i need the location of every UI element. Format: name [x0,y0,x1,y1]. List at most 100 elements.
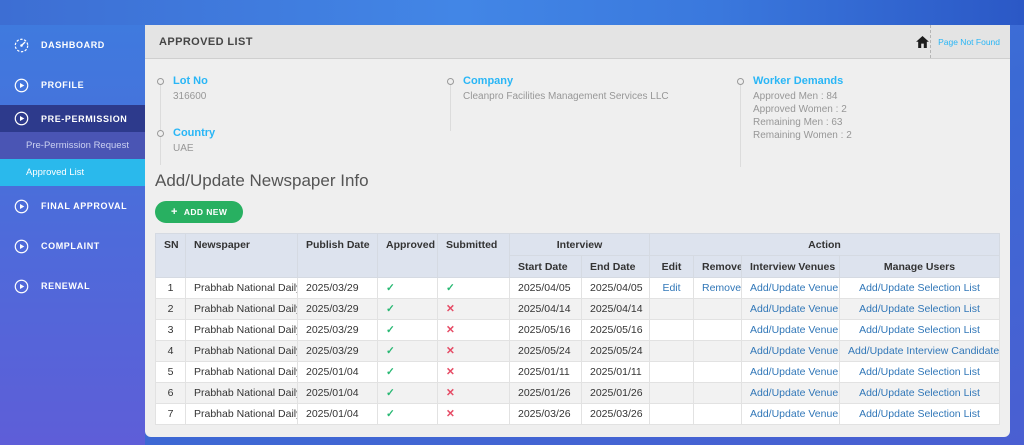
newspaper-info-heading: Add/Update Newspaper Info [155,171,369,190]
table-row: 6 Prabhab National Daily 2025/01/04 ✓ ✕ … [155,382,1000,404]
sn-cell: 5 [155,361,186,383]
remove-cell [693,382,742,404]
publish-date-cell: 2025/03/29 [297,298,378,320]
publish-date-cell: 2025/03/29 [297,319,378,341]
end-date-cell: 2025/03/26 [581,403,650,425]
remove-link[interactable]: Remove [702,282,741,294]
sidebar: DASHBOARD PROFILE PRE-PERMISSION Pre-Per… [0,25,145,445]
start-date-cell: 2025/04/05 [509,277,582,299]
sidebar-subitem-label: Approved List [26,167,85,178]
timeline-dot-icon [737,78,744,85]
sidebar-item-label: PROFILE [41,80,85,90]
submitted-mark: ✕ [437,361,510,383]
approved-mark: ✓ [377,319,438,341]
page-not-found-link[interactable]: Page Not Found [938,37,1000,47]
approved-mark: ✓ [377,277,438,299]
play-circle-icon [13,278,29,294]
remove-cell [693,298,742,320]
sidebar-item-label: RENEWAL [41,281,91,291]
manage-users-link[interactable]: Add/Update Selection List [859,387,980,399]
sidebar-subitem-label: Pre-Permission Request [26,140,129,151]
sn-cell: 2 [155,298,186,320]
approval-info-panel: Lot No 316600 Company Cleanpro Facilitie… [145,59,1010,167]
publish-date-cell: 2025/03/29 [297,277,378,299]
edit-link[interactable]: Edit [662,282,680,294]
sidebar-item-profile[interactable]: PROFILE [0,65,145,105]
manage-users-link[interactable]: Add/Update Selection List [859,282,980,294]
remove-cell [693,361,742,383]
sidebar-item-dashboard[interactable]: DASHBOARD [0,25,145,65]
sidebar-item-pre-permission[interactable]: PRE-PERMISSION [0,105,145,132]
company-value: Cleanpro Facilities Management Services … [463,91,669,102]
sidebar-subitem-pre-permission-request[interactable]: Pre-Permission Request [0,132,145,159]
newspaper-cell: Prabhab National Daily [185,277,298,299]
table-row: 7 Prabhab National Daily 2025/01/04 ✓ ✕ … [155,403,1000,425]
submitted-mark: ✕ [437,298,510,320]
publish-date-cell: 2025/03/29 [297,340,378,362]
sn-cell: 3 [155,319,186,341]
edit-cell [649,382,694,404]
sn-cell: 6 [155,382,186,404]
submitted-mark: ✕ [437,382,510,404]
start-date-cell: 2025/01/26 [509,382,582,404]
venue-link[interactable]: Add/Update Venue [750,387,838,399]
home-icon[interactable] [916,35,929,48]
approved-mark: ✓ [377,298,438,320]
start-date-cell: 2025/05/24 [509,340,582,362]
edit-cell [649,298,694,320]
sidebar-item-final-approval[interactable]: FINAL APPROVAL [0,186,145,226]
col-newspaper: Newspaper [185,233,298,278]
timeline-dot-icon [157,130,164,137]
submitted-mark: ✓ [437,277,510,299]
venue-link[interactable]: Add/Update Venue [750,345,838,357]
end-date-cell: 2025/01/26 [581,382,650,404]
add-new-button[interactable]: + ADD NEW [155,201,244,223]
edit-cell [649,319,694,341]
publish-date-cell: 2025/01/04 [297,382,378,404]
manage-users-link[interactable]: Add/Update Selection List [859,366,980,378]
col-edit: Edit [649,255,694,278]
sidebar-item-renewal[interactable]: RENEWAL [0,266,145,306]
table-header-row: SN Newspaper Publish Date Approved Submi… [155,233,1000,278]
dashboard-gauge-icon [13,37,29,53]
approved-mark: ✓ [377,382,438,404]
remove-cell [693,340,742,362]
edit-cell [649,361,694,383]
venue-link[interactable]: Add/Update Venue [750,303,838,315]
col-sn: SN [155,233,186,278]
play-circle-icon [13,238,29,254]
approved-mark: ✓ [377,361,438,383]
manage-users-link[interactable]: Add/Update Selection List [859,408,980,420]
timeline-dot-icon [447,78,454,85]
newspaper-cell: Prabhab National Daily [185,382,298,404]
approved-mark: ✓ [377,403,438,425]
end-date-cell: 2025/04/05 [581,277,650,299]
sidebar-item-label: DASHBOARD [41,40,105,50]
sidebar-item-complaint[interactable]: COMPLAINT [0,226,145,266]
col-remove: Remove [693,255,742,278]
newspaper-cell: Prabhab National Daily [185,298,298,320]
sn-cell: 7 [155,403,186,425]
play-circle-icon [13,77,29,93]
newspaper-cell: Prabhab National Daily [185,319,298,341]
venue-link[interactable]: Add/Update Venue [750,282,838,294]
sidebar-subitem-approved-list[interactable]: Approved List [0,159,145,186]
end-date-cell: 2025/01/11 [581,361,650,383]
table-row: 2 Prabhab National Daily 2025/03/29 ✓ ✕ … [155,298,1000,320]
newspaper-table: SN Newspaper Publish Date Approved Submi… [155,233,1000,425]
venue-link[interactable]: Add/Update Venue [750,366,838,378]
top-navbar [0,0,1024,25]
manage-users-link[interactable]: Add/Update Selection List [859,324,980,336]
end-date-cell: 2025/05/16 [581,319,650,341]
manage-users-link[interactable]: Add/Update Interview Candidates [848,345,999,357]
worker-demands-line: Remaining Men : 63 [753,117,843,128]
worker-demands-line: Approved Men : 84 [753,91,838,102]
plus-icon: + [171,206,178,218]
page-header: APPROVED LIST Page Not Found [145,25,1010,59]
submitted-mark: ✕ [437,403,510,425]
submitted-mark: ✕ [437,340,510,362]
play-circle-icon [13,111,29,127]
venue-link[interactable]: Add/Update Venue [750,408,838,420]
venue-link[interactable]: Add/Update Venue [750,324,838,336]
manage-users-link[interactable]: Add/Update Selection List [859,303,980,315]
